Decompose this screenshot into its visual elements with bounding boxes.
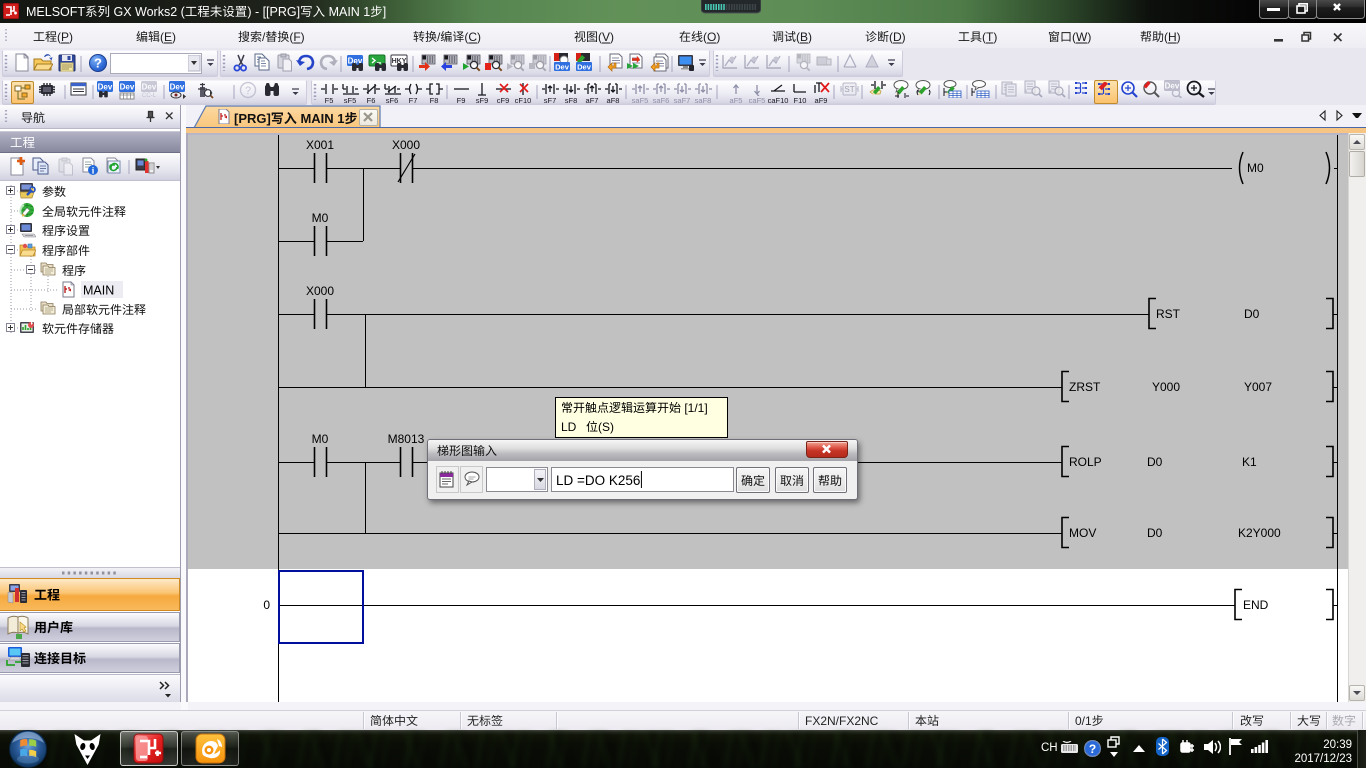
svg-text:M8013: M8013 (388, 432, 425, 446)
svg-text:Y007: Y007 (1244, 380, 1272, 394)
svg-text:END: END (1243, 598, 1269, 612)
svg-text:?: ? (245, 85, 251, 97)
svg-text:M0: M0 (1247, 161, 1264, 175)
svg-text:Dev: Dev (120, 83, 135, 92)
svg-text:ZRST: ZRST (1069, 380, 1101, 394)
svg-text:Dev: Dev (98, 83, 113, 92)
svg-text:M0: M0 (312, 432, 329, 446)
svg-text:MOV: MOV (1069, 526, 1096, 540)
svg-text:X000: X000 (392, 138, 420, 152)
svg-text:RST: RST (1156, 307, 1181, 321)
svg-text:?: ? (1089, 742, 1096, 756)
svg-text:Y000: Y000 (1152, 380, 1180, 394)
svg-text:K1: K1 (1242, 455, 1257, 469)
svg-text:X001: X001 (306, 138, 334, 152)
svg-text:ROLP: ROLP (1069, 455, 1102, 469)
svg-text:D0: D0 (1147, 455, 1163, 469)
svg-text:ST: ST (844, 85, 854, 94)
svg-text:Dev: Dev (170, 83, 185, 92)
svg-text:0: 0 (263, 598, 270, 612)
svg-text:?: ? (94, 56, 102, 71)
svg-text:D0: D0 (1244, 307, 1260, 321)
svg-text:Dev: Dev (577, 63, 592, 72)
svg-text:Dev: Dev (555, 63, 570, 72)
svg-text:K2Y000: K2Y000 (1238, 526, 1281, 540)
svg-text:X000: X000 (306, 284, 334, 298)
svg-text:Dev: Dev (142, 83, 157, 92)
svg-text:M0: M0 (312, 211, 329, 225)
svg-text:CC-L: CC-L (142, 93, 157, 99)
svg-text:D0: D0 (1147, 526, 1163, 540)
